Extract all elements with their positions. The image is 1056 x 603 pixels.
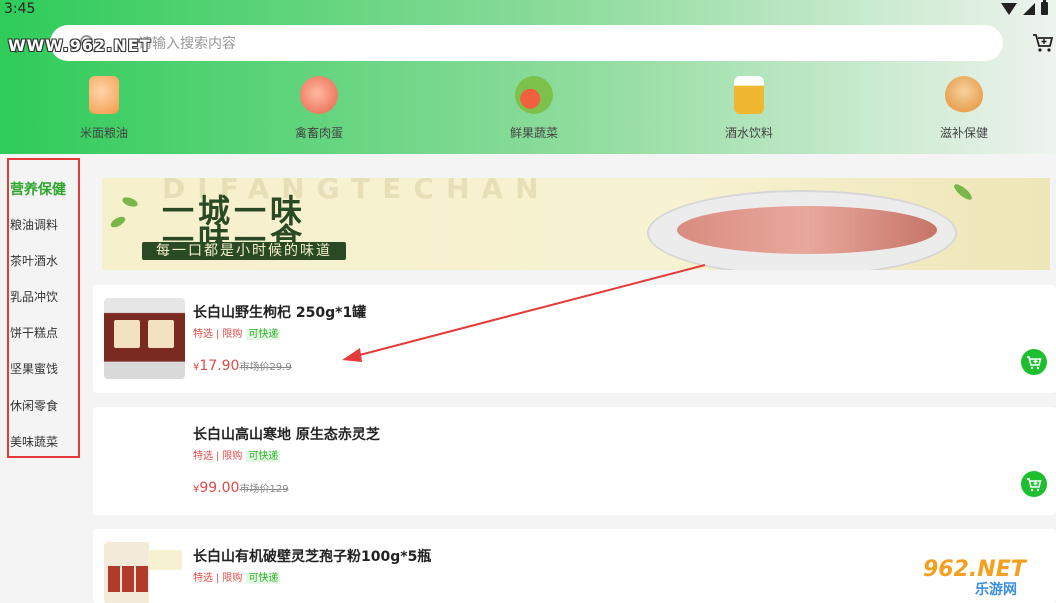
leaf-decoration <box>121 195 139 209</box>
sidebar-item-biscuits[interactable]: 饼干糕点 <box>10 324 58 341</box>
product-card[interactable]: 长白山有机破壁灵芝孢子粉100g*5瓶 特选 | 限购 可快递 <box>93 529 1056 603</box>
sidebar-item-tea-wine[interactable]: 茶叶酒水 <box>10 252 58 269</box>
cart-icon <box>1027 356 1042 370</box>
category-item[interactable]: 禽畜肉蛋 <box>264 70 374 141</box>
vegetables-icon <box>515 76 553 114</box>
tag-limited: 限购 <box>222 451 243 462</box>
watermark-logo: 962.NET 乐游网 <box>917 555 1052 600</box>
tag-delivery: 可快递 <box>246 573 281 584</box>
sidebar-item-dairy[interactable]: 乳品冲饮 <box>10 288 58 305</box>
product-title: 长白山野生枸杞 250g*1罐 <box>193 305 367 321</box>
category-label: 米面粮油 <box>79 126 128 140</box>
status-icons <box>1001 0 1048 15</box>
category-item[interactable]: 鲜果蔬菜 <box>479 70 589 141</box>
status-time: 3:45 <box>4 1 36 17</box>
ginseng-icon <box>945 76 983 114</box>
category-label: 酒水饮料 <box>724 126 773 140</box>
product-image <box>104 542 185 603</box>
add-to-cart-button[interactable] <box>1021 349 1047 375</box>
meat-icon <box>300 76 338 114</box>
market-price: 市场价29.9 <box>239 362 292 373</box>
price: 99.00 <box>199 480 240 496</box>
rice-bag-icon <box>89 76 119 114</box>
beer-icon <box>734 76 764 114</box>
tag-featured: 特选 <box>193 573 213 584</box>
sausage-image <box>677 206 937 254</box>
product-title: 长白山高山寒地 原生态赤灵芝 <box>193 427 380 443</box>
product-card[interactable]: 长白山高山寒地 原生态赤灵芝 特选 | 限购 可快递 ¥99.00市场价129 <box>93 407 1056 515</box>
add-to-cart-button[interactable] <box>1021 471 1047 497</box>
price-row: ¥99.00市场价129 <box>193 477 289 496</box>
header: 3:45 ‹ 请输入搜索内容 WWW.962.NET 米面粮油 禽畜肉蛋 鲜果蔬… <box>0 0 1056 154</box>
battery-icon <box>1041 0 1048 15</box>
product-image <box>104 298 185 379</box>
search-placeholder: 请输入搜索内容 <box>138 36 236 52</box>
leaf-decoration <box>109 214 127 230</box>
sidebar-item-vegetables[interactable]: 美味蔬菜 <box>10 433 58 450</box>
product-card[interactable]: 长白山野生枸杞 250g*1罐 特选 | 限购 可快递 ¥17.90市场价29.9 <box>93 285 1056 393</box>
price: 17.90 <box>199 358 240 374</box>
banner-tagline: 每一口都是小时候的味道 <box>142 242 346 260</box>
watermark-line2: 乐游网 <box>975 582 1017 598</box>
tag-featured: 特选 <box>193 329 213 340</box>
tag-featured: 特选 <box>193 451 213 462</box>
wifi-icon <box>1001 2 1017 15</box>
watermark-text: WWW.962.NET <box>8 36 152 55</box>
tag-delivery: 可快递 <box>246 451 281 462</box>
price-row: ¥17.90市场价29.9 <box>193 355 292 374</box>
tag-limited: 限购 <box>222 329 243 340</box>
sidebar-item-nutrition[interactable]: 营养保健 <box>10 179 66 199</box>
sidebar-item-grain-oil[interactable]: 粮油调料 <box>10 216 58 233</box>
category-label: 滋补保健 <box>939 126 988 140</box>
product-tags: 特选 | 限购 可快递 <box>193 329 281 340</box>
tag-delivery: 可快递 <box>246 329 281 340</box>
search-input[interactable]: 请输入搜索内容 <box>50 25 1003 61</box>
signal-icon <box>1023 2 1035 15</box>
cart-icon[interactable] <box>1032 33 1054 53</box>
category-item[interactable]: 滋补保健 <box>909 70 1019 141</box>
sidebar-item-nuts[interactable]: 坚果蜜饯 <box>10 360 58 377</box>
category-item[interactable]: 米面粮油 <box>49 70 159 141</box>
product-tags: 特选 | 限购 可快递 <box>193 573 281 584</box>
promo-banner[interactable]: DIFANGTECHAN 一城一味 一味一食 每一口都是小时候的味道 <box>102 178 1050 270</box>
tag-limited: 限购 <box>222 573 243 584</box>
category-label: 禽畜肉蛋 <box>294 126 343 140</box>
cart-icon <box>1027 478 1042 492</box>
category-item[interactable]: 酒水饮料 <box>694 70 804 141</box>
sidebar-item-snacks[interactable]: 休闲零食 <box>10 397 58 414</box>
product-title: 长白山有机破壁灵芝孢子粉100g*5瓶 <box>193 549 432 565</box>
product-tags: 特选 | 限购 可快递 <box>193 451 281 462</box>
status-bar: 3:45 <box>0 0 1056 20</box>
market-price: 市场价129 <box>239 484 289 495</box>
category-label: 鲜果蔬菜 <box>509 126 558 140</box>
leaf-decoration <box>952 181 974 203</box>
category-row: 米面粮油 禽畜肉蛋 鲜果蔬菜 酒水饮料 滋补保健 <box>0 70 1056 150</box>
